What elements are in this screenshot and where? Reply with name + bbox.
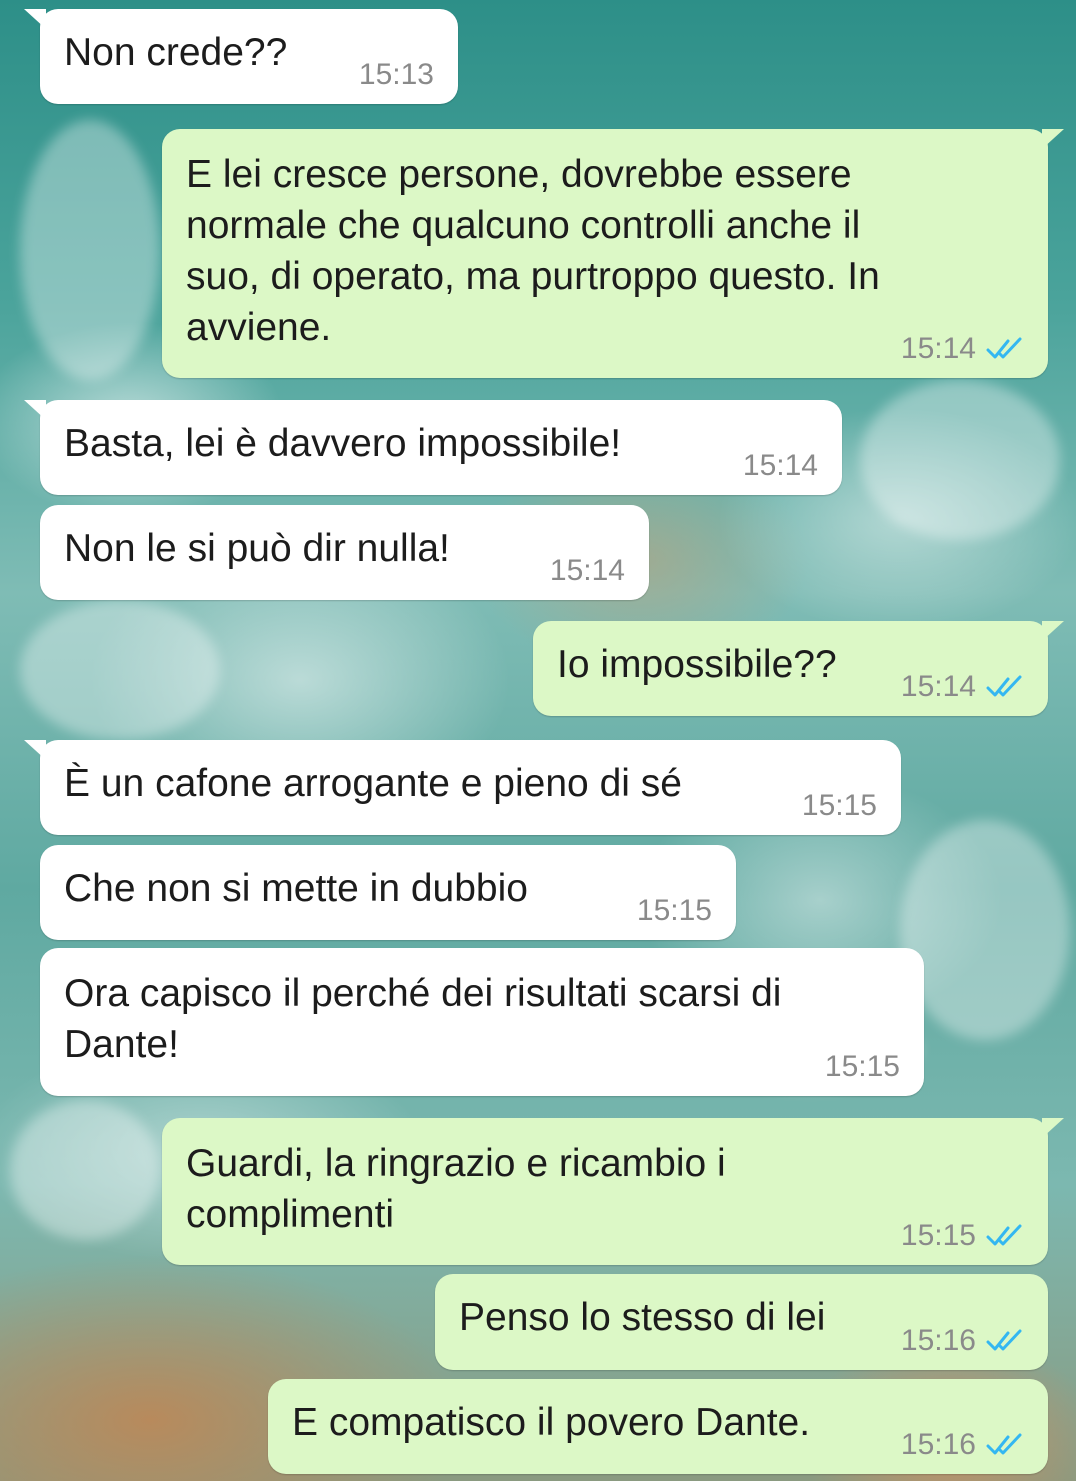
message-bubble-incoming[interactable]: È un cafone arrogante e pieno di sé 15:1… bbox=[24, 740, 901, 835]
message-text: Guardi, la ringrazio e ricambio i compli… bbox=[186, 1142, 726, 1236]
message-bubble-incoming[interactable]: Che non si mette in dubbio 15:15 bbox=[40, 845, 736, 940]
message-time: 15:15 bbox=[801, 789, 877, 822]
message-bubble-incoming[interactable]: Non crede?? 15:13 bbox=[24, 9, 458, 104]
message-time: 15:14 bbox=[900, 332, 976, 365]
message-bubble-outgoing[interactable]: E lei cresce persone, dovrebbe essere no… bbox=[162, 129, 1064, 378]
message-text: Che non si mette in dubbio bbox=[64, 867, 528, 910]
message-text: Basta, lei è davvero impossibile! bbox=[64, 422, 622, 465]
message-text: È un cafone arrogante e pieno di sé bbox=[64, 762, 682, 805]
double-check-icon bbox=[986, 1329, 1022, 1351]
message-text: Non le si può dir nulla! bbox=[64, 527, 450, 570]
message-bubble-outgoing[interactable]: E compatisco il povero Dante. 15:16 bbox=[268, 1379, 1048, 1474]
message-text: E lei cresce persone, dovrebbe essere no… bbox=[186, 153, 880, 349]
message-text: Non crede?? bbox=[64, 31, 288, 74]
message-time: 15:13 bbox=[358, 58, 434, 91]
message-bubble-outgoing[interactable]: Io impossibile?? 15:14 bbox=[533, 621, 1064, 716]
message-text: Io impossibile?? bbox=[557, 643, 837, 686]
message-time: 15:15 bbox=[824, 1050, 900, 1083]
message-time: 15:14 bbox=[549, 554, 625, 587]
double-check-icon bbox=[986, 1224, 1022, 1246]
message-bubble-outgoing[interactable]: Guardi, la ringrazio e ricambio i compli… bbox=[162, 1118, 1064, 1265]
message-bubble-incoming[interactable]: Ora capisco il perché dei risultati scar… bbox=[40, 948, 924, 1096]
double-check-icon bbox=[986, 1433, 1022, 1455]
message-bubble-incoming[interactable]: Non le si può dir nulla! 15:14 bbox=[40, 505, 649, 600]
chat-area: Non crede?? 15:13 E lei cresce persone, … bbox=[0, 0, 1076, 1481]
message-time: 15:16 bbox=[900, 1428, 976, 1461]
message-text: E compatisco il povero Dante. bbox=[292, 1401, 811, 1444]
message-text: Ora capisco il perché dei risultati scar… bbox=[64, 972, 782, 1066]
message-bubble-incoming[interactable]: Basta, lei è davvero impossibile! 15:14 bbox=[24, 400, 842, 495]
message-time: 15:16 bbox=[900, 1324, 976, 1357]
message-bubble-outgoing[interactable]: Penso lo stesso di lei 15:16 bbox=[435, 1274, 1048, 1370]
message-time: 15:14 bbox=[742, 449, 818, 482]
message-time: 15:15 bbox=[900, 1219, 976, 1252]
double-check-icon bbox=[986, 675, 1022, 697]
double-check-icon bbox=[986, 337, 1022, 359]
message-time: 15:15 bbox=[636, 894, 712, 927]
message-time: 15:14 bbox=[900, 670, 976, 703]
message-text: Penso lo stesso di lei bbox=[459, 1296, 826, 1339]
